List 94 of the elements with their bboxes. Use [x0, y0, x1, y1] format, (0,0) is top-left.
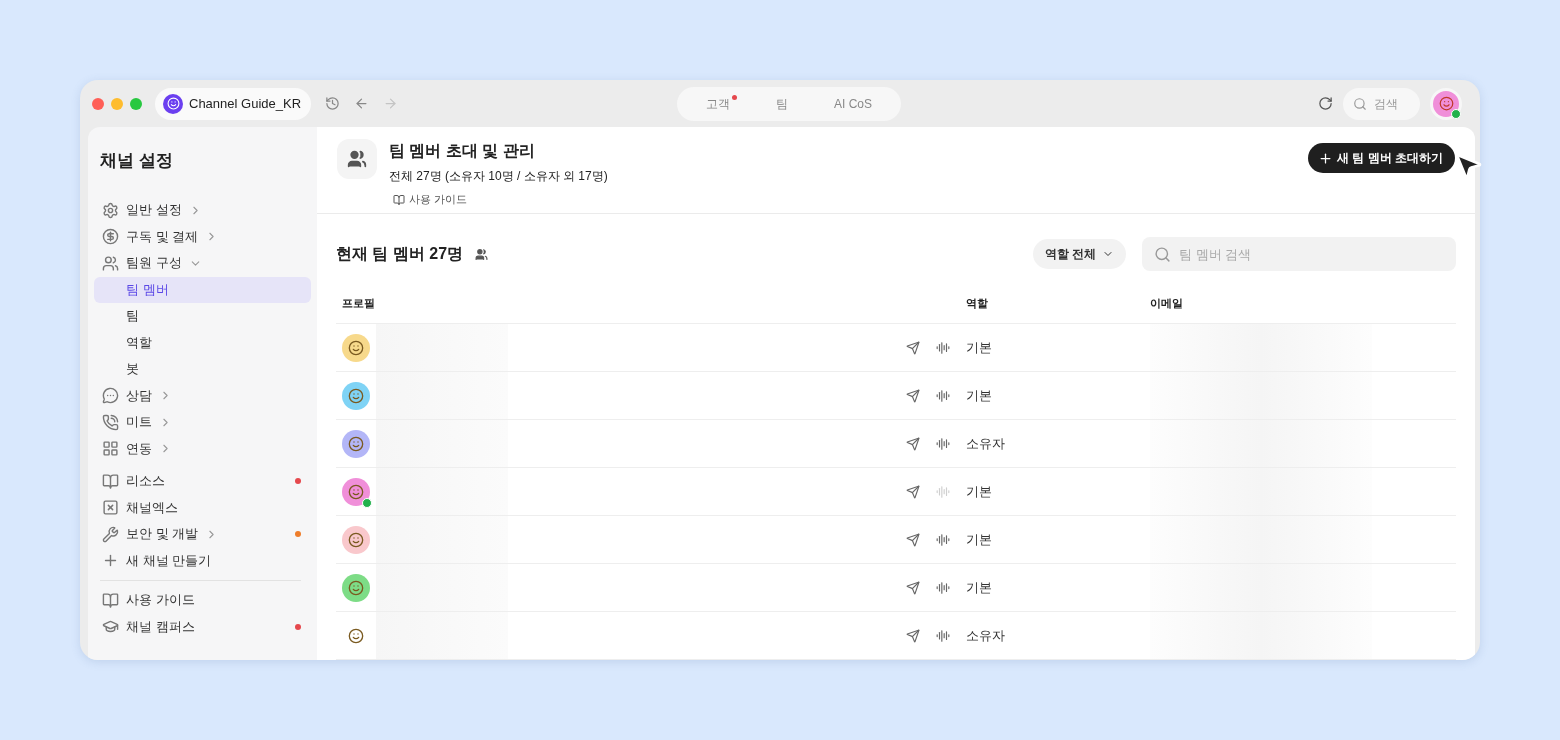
sidebar-item[interactable]: 채널 캠퍼스	[94, 613, 311, 640]
sidebar-item-label: 미트	[126, 413, 152, 432]
column-header: 이메일	[1150, 295, 1184, 311]
users-icon	[475, 247, 489, 261]
send-icon[interactable]	[906, 484, 922, 499]
invite-button[interactable]: 새 팀 멤버 초대하기	[1308, 143, 1455, 173]
book-icon	[102, 472, 119, 490]
send-icon[interactable]	[906, 436, 922, 451]
logo-icon	[163, 93, 183, 114]
role-cell-text: 기본	[966, 386, 993, 405]
sidebar-item-label: 일반 설정	[126, 201, 182, 220]
smiley-icon	[348, 435, 364, 452]
column-header: 역할	[966, 295, 989, 311]
smiley-icon	[348, 339, 364, 356]
smiley-icon	[1438, 96, 1454, 111]
sidebar-item[interactable]: 팀원 구성	[94, 250, 311, 277]
sidebar-item[interactable]: 채널엑스	[94, 494, 311, 521]
audio-icon[interactable]	[936, 532, 952, 547]
column-header: 프로필	[342, 295, 376, 311]
sidebar-subitem[interactable]: 팀 멤버	[94, 276, 311, 303]
sidebar-subitem[interactable]: 역할	[94, 329, 311, 356]
role-cell-text: 기본	[966, 578, 993, 597]
member-search-field[interactable]: 팀 멤버 검색	[1177, 245, 1444, 263]
square-x-icon	[102, 499, 119, 517]
sidebar-item-label: 상담	[126, 386, 152, 405]
grid-icon	[102, 440, 119, 458]
user-avatar[interactable]	[1430, 87, 1462, 120]
sidebar-item-label: 리소스	[126, 472, 165, 491]
search-box[interactable]: 검색	[1343, 87, 1420, 120]
search-field[interactable]: 검색	[1372, 95, 1410, 112]
sidebar-item-label: 사용 가이드	[126, 591, 195, 610]
role-cell-text: 소유자	[966, 434, 1006, 453]
chat-icon	[102, 387, 119, 405]
sidebar-item[interactable]: 새 채널 만들기	[94, 547, 311, 574]
search-icon	[1353, 96, 1367, 111]
send-icon[interactable]	[906, 532, 922, 547]
sidebar-item-label: 새 채널 만들기	[126, 551, 212, 570]
audio-icon[interactable]	[936, 436, 952, 451]
send-icon[interactable]	[906, 340, 922, 355]
history-icon[interactable]	[325, 96, 341, 111]
wrench-icon	[102, 525, 119, 543]
section-title: 현재 팀 멤버 27명	[336, 243, 464, 264]
sidebar-item[interactable]: 사용 가이드	[94, 587, 311, 614]
back-icon[interactable]	[354, 96, 370, 111]
sidebar-item[interactable]: 상담	[94, 382, 311, 409]
users-icon	[102, 254, 119, 272]
smiley-icon	[348, 531, 364, 548]
page-title: 팀 멤버 초대 및 관리	[389, 141, 536, 161]
close-control[interactable]	[92, 97, 104, 110]
smiley-icon	[348, 387, 364, 404]
search-icon	[1154, 245, 1171, 263]
book-icon	[393, 193, 405, 206]
users-icon	[337, 139, 377, 179]
sidebar-item-label: 채널엑스	[126, 498, 178, 517]
audio-icon[interactable]	[936, 340, 952, 355]
settings-icon	[102, 201, 119, 219]
top-tab[interactable]: 팀	[753, 87, 811, 121]
workspace-switcher[interactable]: Channel Guide_KR	[155, 87, 312, 120]
role-filter[interactable]: 역할 전체	[1032, 239, 1126, 269]
role-cell-text: 기본	[966, 338, 993, 357]
sidebar-subitem[interactable]: 팀	[94, 303, 311, 330]
sidebar-item[interactable]: 일반 설정	[94, 197, 311, 224]
send-icon[interactable]	[906, 628, 922, 643]
smiley-icon	[348, 483, 364, 500]
sidebar-title: 채널 설정	[99, 150, 174, 172]
sidebar-item-label: 팀원 구성	[126, 254, 182, 273]
member-search-box[interactable]: 팀 멤버 검색	[1142, 237, 1456, 271]
role-cell-text: 기본	[966, 530, 993, 549]
role-cell-text: 기본	[966, 482, 993, 501]
sidebar-item-label: 연동	[126, 439, 152, 458]
plus-icon	[1318, 150, 1333, 166]
send-icon[interactable]	[906, 580, 922, 595]
smiley-icon	[348, 627, 364, 644]
audio-icon[interactable]	[936, 580, 952, 595]
sidebar-item[interactable]: 리소스	[94, 468, 311, 495]
sidebar-item[interactable]: 연동	[94, 435, 311, 462]
send-icon[interactable]	[906, 388, 922, 403]
audio-icon[interactable]	[936, 628, 952, 643]
book-icon	[102, 591, 119, 609]
refresh-icon[interactable]	[1318, 96, 1333, 111]
sidebar-item-label: 구독 및 결제	[126, 227, 199, 246]
audio-icon[interactable]	[936, 388, 952, 403]
sidebar-item[interactable]: 미트	[94, 409, 311, 436]
guide-link[interactable]: 사용 가이드	[393, 192, 468, 207]
sidebar-item[interactable]: 보안 및 개발	[94, 521, 311, 548]
sidebar-item-label: 보안 및 개발	[126, 525, 199, 544]
dollar-icon	[102, 228, 119, 246]
smiley-icon	[348, 579, 364, 596]
sidebar-item[interactable]: 구독 및 결제	[94, 223, 311, 250]
sidebar-item-label: 채널 캠퍼스	[126, 617, 195, 636]
page-subtitle: 전체 27명 (소유자 10명 / 소유자 외 17명)	[389, 168, 608, 185]
role-cell-text: 소유자	[966, 626, 1006, 645]
phone-icon	[102, 413, 119, 431]
sidebar-subitem[interactable]: 봇	[94, 356, 311, 383]
